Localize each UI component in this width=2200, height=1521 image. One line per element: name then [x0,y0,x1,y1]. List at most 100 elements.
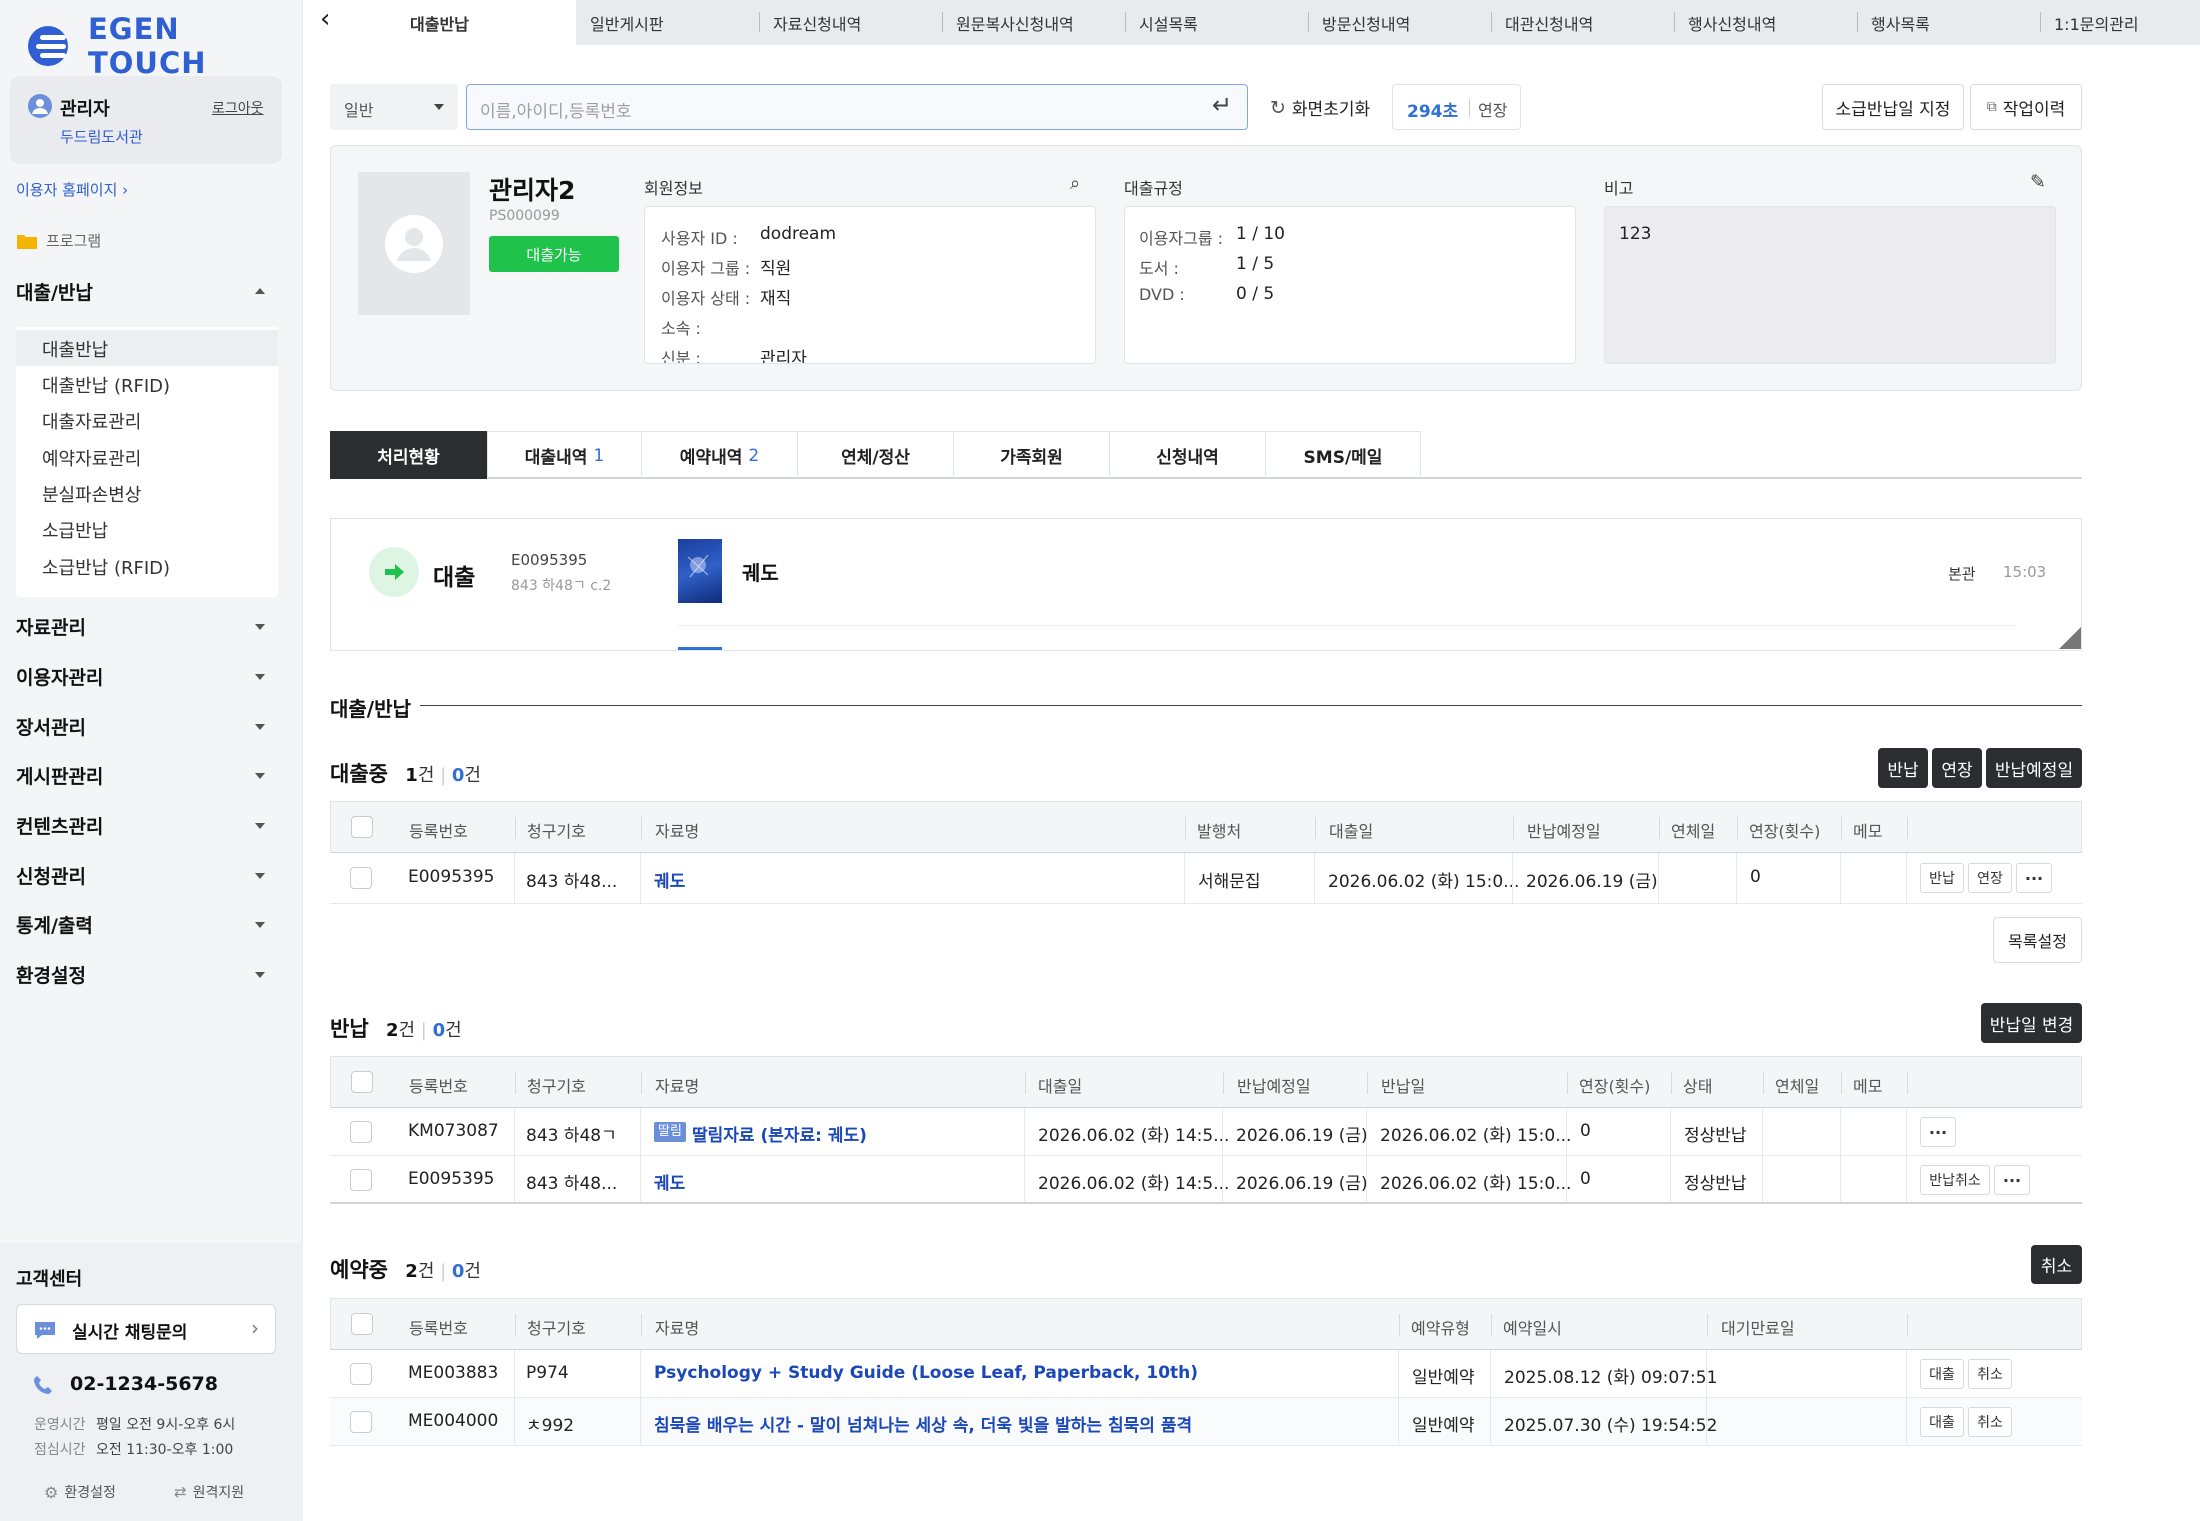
col-separator [1567,1072,1568,1094]
row-loan-button[interactable]: 대출 [1920,1407,1964,1437]
submenu-item-loss-damage[interactable]: 분실파손변상 [42,481,141,507]
more-icon[interactable]: ··· [1994,1165,2030,1195]
tab-event-list[interactable]: 행사목록 [1857,0,2040,45]
cell-separator [1706,1398,1707,1445]
submenu-item-reservation[interactable]: 예약자료관리 [42,445,141,471]
cell-title-link[interactable]: Psychology + Study Guide (Loose Leaf, Pa… [654,1363,1198,1383]
change-return-date-button[interactable]: 반납일 변경 [1981,1003,2082,1043]
search-type-select[interactable]: 일반 [330,84,458,130]
cell-title-link[interactable]: 궤도 [654,867,685,892]
col-separator [1399,1314,1400,1336]
cell-separator [640,1108,641,1155]
tab-event-request[interactable]: 행사신청내역 [1674,0,1857,45]
search-icon[interactable]: ⌕ [1070,173,1080,194]
menu-user[interactable]: 이용자관리 [0,661,303,691]
section-divider [420,705,2082,706]
retro-date-button[interactable]: 소급반납일 지정 [1822,84,1964,130]
menu-board[interactable]: 게시판관리 [0,760,303,790]
tab-loan-return[interactable]: 대출반납 [396,0,576,45]
menu-contents[interactable]: 컨텐츠관리 [0,810,303,840]
menu-request[interactable]: 신청관리 [0,860,303,890]
row-checkbox[interactable] [350,1121,372,1143]
tab-inquiry[interactable]: 1:1문의관리 [2040,0,2200,45]
cancel-reservation-button[interactable]: 취소 [2031,1245,2082,1284]
submenu-item-loan-return[interactable]: 대출반납 [42,336,108,362]
row-checkbox[interactable] [350,867,372,889]
submenu-item-loan-material[interactable]: 대출자료관리 [42,408,141,434]
search-placeholder: 이름,아이디,등록번호 [480,102,632,122]
row-checkbox[interactable] [350,1363,372,1385]
table-row[interactable]: KM073087 843 하48ㄱ 딸림 딸림자료 (본자료: 궤도) 2026… [330,1108,2082,1156]
resize-handle-icon[interactable] [2059,627,2081,649]
cell-extension: 0 [1580,1121,1591,1141]
tab-loan-history[interactable]: 대출내역 1 [487,431,642,479]
list-settings-label: 목록설정 [2008,932,2067,951]
chat-button[interactable]: 실시간 채팅문의 › [16,1304,276,1354]
reset-button[interactable]: ↻ 화면초기화 [1270,95,1370,121]
menu-loan-return[interactable]: 대출/반납 [0,276,303,306]
search-input[interactable]: 이름,아이디,등록번호 ↵ [466,84,1248,130]
cell-return-date: 2026.06.02 (화) 15:0... [1380,1174,1572,1194]
select-all-checkbox[interactable] [351,1071,373,1093]
tab-label: 대관신청내역 [1505,14,1594,34]
tab-process-status[interactable]: 처리현황 [330,431,487,479]
tab-reservation-history[interactable]: 예약내역 2 [642,431,798,479]
row-loan-button[interactable]: 대출 [1920,1359,1964,1389]
back-button[interactable]: ‹ [304,0,396,45]
tab-material-request[interactable]: 자료신청내역 [759,0,942,45]
row-extend-button[interactable]: 연장 [1968,863,2012,893]
extend-button[interactable]: 연장 [1478,97,1507,121]
menu-material[interactable]: 자료관리 [0,611,303,641]
tab-rental-request[interactable]: 대관신청내역 [1491,0,1674,45]
cell-title-link[interactable]: 침묵을 배우는 시간 - 말이 넘쳐나는 세상 속, 더욱 빛을 발하는 침묵의… [654,1411,1192,1436]
tab-sms-mail[interactable]: SMS/메일 [1266,431,1421,479]
enter-icon[interactable]: ↵ [1212,91,1232,119]
tab-general-board[interactable]: 일반게시판 [576,0,759,45]
cell-separator [514,1398,515,1445]
submenu-item-loan-return-rfid[interactable]: 대출반납 (RFID) [42,372,170,398]
row-cancel-button[interactable]: 취소 [1968,1359,2012,1389]
submenu-item-retro-return-rfid[interactable]: 소급반납 (RFID) [42,554,170,580]
edit-icon[interactable]: ✎ [2030,171,2046,193]
menu-stats[interactable]: 통계/출력 [0,909,303,939]
history-button[interactable]: ⧉ 작업이력 [1970,84,2082,130]
table-row[interactable]: ME003883 P974 Psychology + Study Guide (… [330,1350,2082,1398]
col-separator [641,1072,642,1094]
row-checkbox[interactable] [350,1411,372,1433]
table-row[interactable]: ME004000 ㅊ992 침묵을 배우는 시간 - 말이 넘쳐나는 세상 속,… [330,1398,2082,1446]
cell-return-date: 2026.06.02 (화) 15:0... [1380,1126,1572,1146]
menu-collection[interactable]: 장서관리 [0,711,303,741]
tab-visit-request[interactable]: 방문신청내역 [1308,0,1491,45]
due-date-button[interactable]: 반납예정일 [1986,748,2082,788]
cancel-return-button[interactable]: 반납취소 [1920,1165,1990,1195]
row-checkbox[interactable] [350,1169,372,1191]
tab-overdue[interactable]: 연체/정산 [798,431,954,479]
table-row[interactable]: E0095395 843 하48... 궤도 서해문집 2026.06.02 (… [330,853,2082,904]
logo[interactable]: EGEN TOUCH [26,12,302,80]
row-cancel-button[interactable]: 취소 [1968,1407,2012,1437]
tab-family[interactable]: 가족회원 [954,431,1110,479]
reservations-title: 예약중 [330,1258,388,1282]
cell-title-link[interactable]: 궤도 [654,1169,685,1194]
returns-title: 반납 [330,1017,369,1041]
remote-link[interactable]: ⇄ 원격지원 [174,1482,244,1502]
table-row[interactable]: E0095395 843 하48... 궤도 2026.06.02 (화) 14… [330,1156,2082,1204]
more-icon[interactable]: ··· [1920,1117,1956,1147]
more-icon[interactable]: ··· [2016,863,2052,893]
select-all-checkbox[interactable] [351,1313,373,1335]
tab-requests[interactable]: 신청내역 [1110,431,1266,479]
select-all-checkbox[interactable] [351,816,373,838]
tab-facility[interactable]: 시설목록 [1125,0,1308,45]
logout-link[interactable]: 로그아웃 [212,98,264,118]
tab-copy-request[interactable]: 원문복사신청내역 [942,0,1125,45]
extend-loan-button[interactable]: 연장 [1932,748,1982,788]
list-settings-button[interactable]: 목록설정 [1993,917,2082,963]
return-button[interactable]: 반납 [1878,748,1928,788]
cell-title-link[interactable]: 딸림자료 (본자료: 궤도) [692,1121,867,1146]
homepage-link[interactable]: 이용자 홈페이지 › [16,179,128,200]
lunch-value: 오전 11:30-오후 1:00 [96,1442,234,1458]
submenu-item-retro-return[interactable]: 소급반납 [42,517,108,543]
menu-settings[interactable]: 환경설정 [0,959,303,989]
row-return-button[interactable]: 반납 [1920,863,1964,893]
settings-link[interactable]: ⚙ 환경설정 [44,1482,116,1502]
